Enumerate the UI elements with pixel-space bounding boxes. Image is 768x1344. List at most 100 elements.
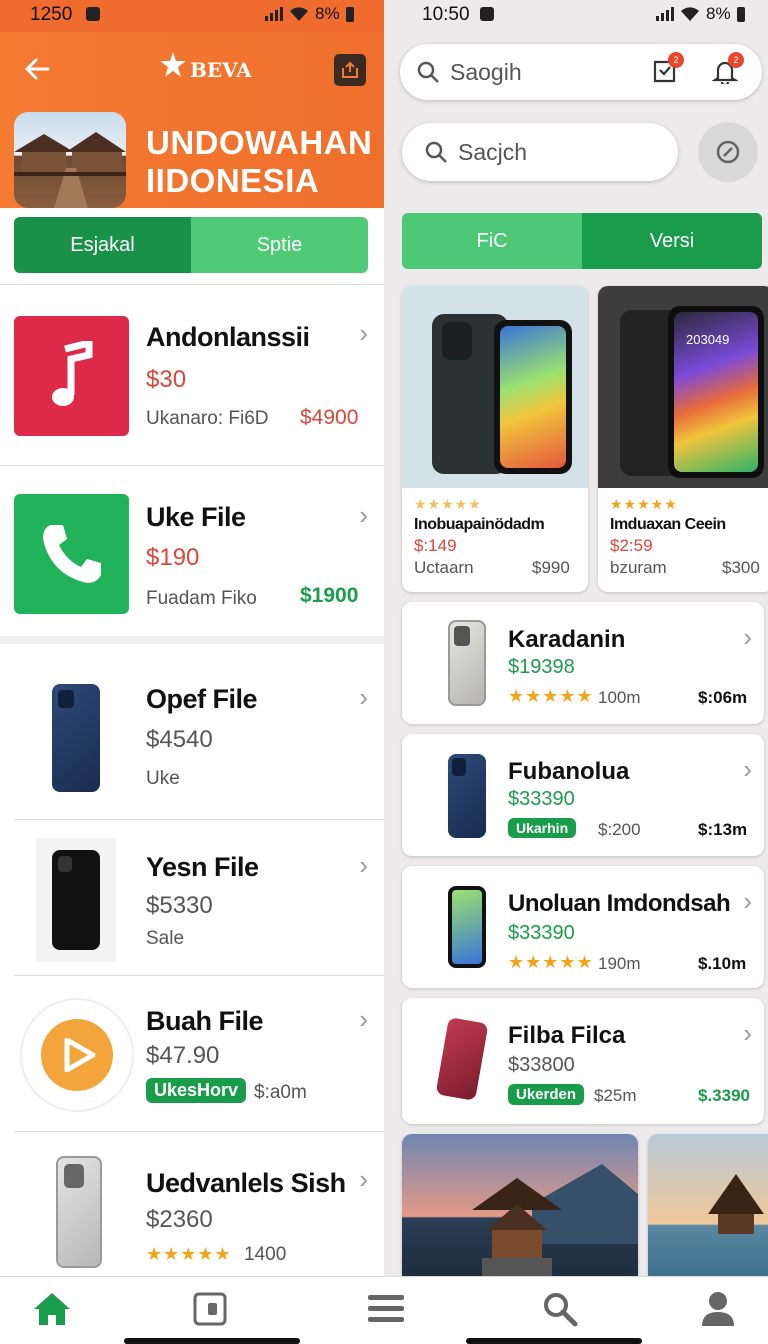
phone-product-image (448, 620, 486, 706)
product-image: 203049 (598, 286, 768, 488)
item-right-price: $4900 (300, 406, 359, 429)
scenery-image[interactable] (648, 1134, 768, 1276)
product-subtitle: bzuram (610, 558, 667, 577)
product-title: Inobuapainödadm (414, 516, 545, 533)
product-right-price: $990 (532, 558, 570, 577)
rating-stars: ★★★★★ (414, 496, 482, 512)
product-title: Filba Filca (508, 1022, 626, 1049)
product-subtitle: Uctaarn (414, 558, 474, 577)
item-meta: $:a0m (254, 1082, 307, 1103)
top-search-bar[interactable]: Saogih 2 2 (400, 44, 762, 100)
list-item[interactable]: Andonlanssii $30 Ukanaro: Fi6D $4900 › (0, 290, 384, 466)
item-title: Buah File (146, 1006, 264, 1036)
search-icon (544, 1293, 578, 1327)
bottom-navigation (0, 1276, 768, 1344)
scenery-image[interactable] (402, 1134, 638, 1276)
product-list-card[interactable]: Filba Filca $33800 Ukerden $25m $.3390 › (402, 998, 764, 1124)
status-time: 10:50 (422, 4, 470, 25)
product-price: $33800 (508, 1054, 575, 1076)
product-list-card[interactable]: Karadanin $19398 ★★★★★ 100m $:06m › (402, 602, 764, 724)
segment-tab-1[interactable]: FiC (402, 213, 582, 269)
list-item[interactable]: Uedvanlels Sish $2360 ★★★★★ 1400 › (14, 1134, 384, 1276)
item-subtitle: Fuadam Fiko (146, 588, 257, 609)
item-tag-badge: UkesHorv (146, 1078, 247, 1103)
product-tag-badge: Ukarhin (508, 818, 577, 838)
phone-screen-clock: 203049 (686, 332, 730, 347)
search-icon (425, 141, 447, 163)
item-title: Andonlanssii (146, 322, 310, 352)
list-item[interactable]: Yesn File $5330 Sale › (14, 822, 384, 976)
rating-stars: ★★★★★ (508, 952, 594, 972)
signal-icon (265, 7, 283, 21)
product-price: $33390 (508, 788, 575, 810)
item-price: $30 (146, 366, 187, 393)
left-pane: 1250 8% BEVA UNDOWAHAN IIDONESIA Esjakal… (0, 0, 384, 1276)
product-right-price: $300 (722, 558, 760, 577)
item-title: Yesn File (146, 852, 259, 882)
search-bar[interactable]: Sacjch (402, 123, 678, 181)
search-input[interactable]: Sacjch (458, 139, 527, 166)
search-action-button[interactable] (698, 122, 758, 182)
home-icon (34, 1293, 70, 1325)
chevron-right-icon: › (359, 318, 368, 348)
chevron-right-icon: › (359, 1004, 368, 1034)
segment-tab-1[interactable]: Esjakal (14, 217, 191, 273)
battery-icon (345, 6, 354, 22)
chevron-right-icon: › (743, 754, 752, 784)
product-title: Karadanin (508, 626, 626, 653)
phone-product-image (435, 1017, 489, 1101)
back-arrow-icon[interactable] (24, 56, 50, 82)
list-item[interactable]: Opef File $4540 Uke › (14, 660, 384, 820)
camera-icon (480, 7, 494, 21)
product-list-card[interactable]: Fubanolua $33390 Ukarhin $:200 $:13m › (402, 734, 764, 856)
item-right-price: $1900 (300, 584, 359, 607)
wallet-icon (193, 1292, 227, 1326)
segment-control: Esjakal Sptie (14, 217, 368, 273)
nav-wallet[interactable] (188, 1287, 232, 1331)
right-pane: 10:50 8% Saogih 2 2 Sacjch FiC Versi ★★★… (384, 0, 768, 1276)
product-card[interactable]: 203049 ★★★★★ Imduaxan Ceein $2:59 bzuram… (598, 286, 768, 592)
list-item[interactable]: Buah File $47.90 UkesHorv $:a0m › (14, 978, 384, 1132)
nav-profile[interactable] (696, 1287, 740, 1331)
gesture-bar (124, 1338, 300, 1344)
nav-search[interactable] (538, 1287, 582, 1331)
product-card[interactable]: ★★★★★ Inobuapainödadm $:149 Uctaarn $990 (402, 286, 588, 592)
wifi-icon (681, 7, 699, 21)
item-price: $5330 (146, 892, 213, 919)
phone-product-image (52, 684, 100, 792)
product-price: $:149 (414, 536, 457, 555)
cart-badge: 2 (668, 52, 684, 68)
product-title: Fubanolua (508, 758, 630, 785)
product-list-card[interactable]: Unoluan Imdondsah $33390 ★★★★★ 190m $.10… (402, 866, 764, 988)
product-right-value: $.3390 (698, 1086, 750, 1105)
chevron-right-icon: › (743, 622, 752, 652)
item-meta: 1400 (244, 1244, 287, 1265)
segment-tab-2[interactable]: Sptie (191, 217, 368, 273)
battery-percent: 8% (315, 4, 340, 23)
hero-temple-image (14, 112, 126, 208)
segment-control: FiC Versi (402, 213, 762, 269)
notification-button[interactable]: 2 (711, 52, 744, 89)
item-title: Uke File (146, 502, 246, 532)
product-meta: $25m (594, 1086, 637, 1105)
list-item[interactable]: Uke File $190 Fuadam Fiko $1900 › (0, 468, 384, 644)
nav-menu[interactable] (364, 1287, 408, 1331)
product-price: $19398 (508, 656, 575, 678)
chevron-right-icon: › (743, 1018, 752, 1048)
share-button[interactable] (334, 54, 366, 86)
segment-tab-2[interactable]: Versi (582, 213, 762, 269)
product-image (402, 286, 588, 488)
product-price: $33390 (508, 922, 575, 944)
item-subtitle: Sale (146, 928, 185, 949)
nav-home[interactable] (30, 1287, 74, 1331)
product-right-value: $:06m (698, 688, 748, 707)
top-search-input[interactable]: Saogih (450, 59, 522, 86)
notification-badge: 2 (728, 52, 744, 68)
hero-header: BEVA UNDOWAHAN IIDONESIA (0, 32, 384, 208)
product-title: Unoluan Imdondsah (508, 890, 731, 917)
chevron-right-icon: › (359, 850, 368, 880)
cart-button[interactable]: 2 (652, 52, 684, 89)
item-price: $4540 (146, 726, 213, 753)
product-right-value: $.10m (698, 954, 747, 973)
share-icon (342, 61, 358, 78)
